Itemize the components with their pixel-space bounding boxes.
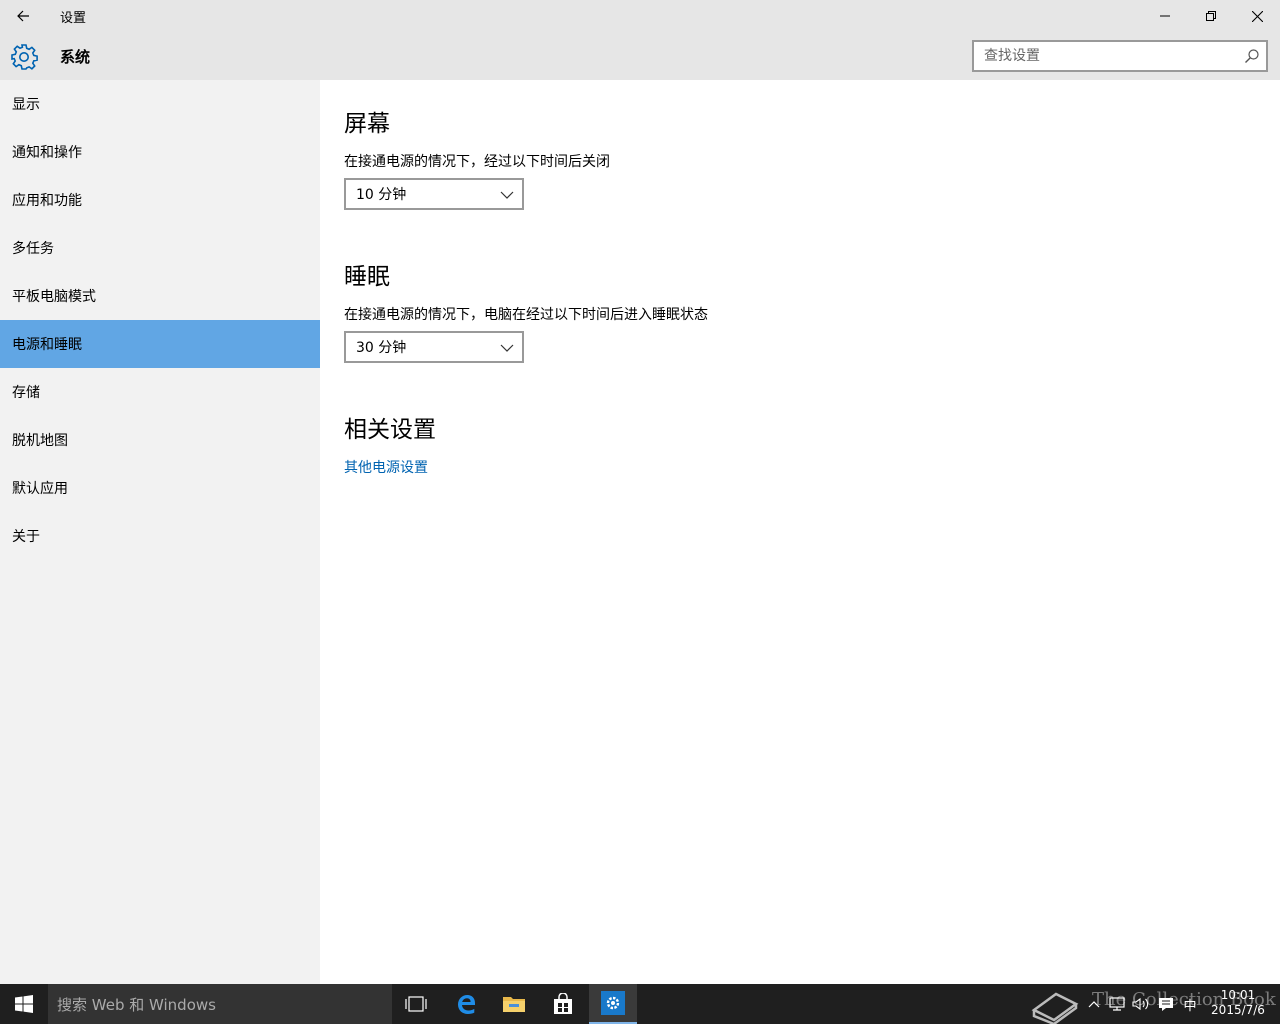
volume-icon bbox=[1132, 997, 1149, 1011]
restore-icon bbox=[1206, 11, 1216, 21]
main-content: 屏幕 在接通电源的情况下，经过以下时间后关闭 10 分钟 睡眠 在接通电源的情况… bbox=[320, 80, 1280, 984]
windows-logo-icon bbox=[15, 995, 33, 1013]
sleep-section-description: 在接通电源的情况下，电脑在经过以下时间后进入睡眠状态 bbox=[344, 307, 708, 323]
volume-button[interactable] bbox=[1130, 984, 1152, 1024]
screen-section-description: 在接通电源的情况下，经过以下时间后关闭 bbox=[344, 154, 610, 170]
sidebar-item-label: 显示 bbox=[12, 97, 40, 113]
watermark-book-icon bbox=[1031, 992, 1079, 1024]
sidebar-item-label: 默认应用 bbox=[12, 481, 68, 497]
close-button[interactable] bbox=[1234, 0, 1280, 32]
chevron-down-icon bbox=[500, 344, 514, 352]
sidebar-item-label: 通知和操作 bbox=[12, 145, 82, 161]
start-button[interactable] bbox=[0, 984, 48, 1024]
taskbar: 搜索 Web 和 Windows The Collection Book 中 1… bbox=[0, 984, 1280, 1024]
sidebar-item-power-sleep[interactable]: 电源和睡眠 bbox=[0, 320, 320, 368]
dropdown-value: 10 分钟 bbox=[356, 187, 407, 203]
clock[interactable]: 10:01 2015/7/6 bbox=[1206, 988, 1270, 1018]
back-arrow-icon bbox=[17, 10, 29, 22]
show-hidden-icons-button[interactable] bbox=[1086, 984, 1102, 1024]
chevron-up-icon bbox=[1088, 1001, 1100, 1008]
taskbar-search-box[interactable]: 搜索 Web 和 Windows bbox=[48, 984, 392, 1024]
sidebar-item-tablet-mode[interactable]: 平板电脑模式 bbox=[0, 272, 320, 320]
sidebar-item-label: 脱机地图 bbox=[12, 433, 68, 449]
store-icon bbox=[554, 993, 572, 1014]
search-input[interactable] bbox=[974, 42, 1234, 70]
sidebar-item-label: 应用和功能 bbox=[12, 193, 82, 209]
network-icon bbox=[1109, 997, 1125, 1011]
sidebar-item-about[interactable]: 关于 bbox=[0, 512, 320, 560]
sidebar: 显示 通知和操作 应用和功能 多任务 平板电脑模式 电源和睡眠 存储 脱机地图 … bbox=[0, 80, 320, 984]
additional-power-settings-link[interactable]: 其他电源设置 bbox=[344, 457, 428, 477]
taskbar-search-placeholder: 搜索 Web 和 Windows bbox=[57, 995, 216, 1014]
sidebar-item-multitasking[interactable]: 多任务 bbox=[0, 224, 320, 272]
sidebar-item-offline-maps[interactable]: 脱机地图 bbox=[0, 416, 320, 464]
sidebar-item-display[interactable]: 显示 bbox=[0, 80, 320, 128]
minimize-icon bbox=[1160, 15, 1170, 17]
sidebar-item-label: 电源和睡眠 bbox=[12, 337, 82, 353]
settings-taskbar-button[interactable] bbox=[589, 984, 637, 1024]
store-button[interactable] bbox=[539, 984, 587, 1024]
back-button[interactable] bbox=[0, 0, 46, 32]
network-button[interactable] bbox=[1106, 984, 1128, 1024]
minimize-button[interactable] bbox=[1142, 0, 1188, 32]
sleep-timeout-dropdown[interactable]: 30 分钟 bbox=[344, 331, 524, 363]
sidebar-item-apps[interactable]: 应用和功能 bbox=[0, 176, 320, 224]
title-bar: 设置 bbox=[0, 0, 1280, 32]
clock-time: 10:01 bbox=[1220, 988, 1256, 1002]
sleep-section-title: 睡眠 bbox=[344, 264, 390, 290]
file-explorer-button[interactable] bbox=[490, 984, 538, 1024]
file-explorer-icon bbox=[503, 997, 525, 1012]
action-center-icon bbox=[1159, 997, 1173, 1011]
sidebar-item-storage[interactable]: 存储 bbox=[0, 368, 320, 416]
action-center-button[interactable] bbox=[1155, 984, 1177, 1024]
task-view-icon bbox=[405, 996, 427, 1012]
sidebar-item-label: 平板电脑模式 bbox=[12, 289, 96, 305]
clock-date: 2015/7/6 bbox=[1211, 1003, 1265, 1017]
gear-icon bbox=[11, 44, 38, 70]
screen-section-title: 屏幕 bbox=[344, 111, 390, 137]
page-title: 系统 bbox=[60, 48, 91, 66]
edge-icon bbox=[458, 995, 475, 1014]
sidebar-item-default-apps[interactable]: 默认应用 bbox=[0, 464, 320, 512]
restore-button[interactable] bbox=[1188, 0, 1234, 32]
window-title: 设置 bbox=[60, 11, 87, 26]
screen-timeout-dropdown[interactable]: 10 分钟 bbox=[344, 178, 524, 210]
search-icon[interactable] bbox=[1244, 48, 1260, 64]
sidebar-item-notifications[interactable]: 通知和操作 bbox=[0, 128, 320, 176]
edge-button[interactable] bbox=[442, 984, 490, 1024]
dropdown-value: 30 分钟 bbox=[356, 340, 407, 356]
related-settings-title: 相关设置 bbox=[344, 417, 436, 443]
sidebar-item-label: 存储 bbox=[12, 385, 40, 401]
sidebar-item-label: 关于 bbox=[12, 529, 40, 545]
settings-header: 系统 bbox=[0, 32, 1280, 80]
ime-label: 中 bbox=[1183, 998, 1197, 1014]
task-view-button[interactable] bbox=[392, 984, 440, 1024]
close-icon bbox=[1251, 10, 1263, 22]
settings-icon bbox=[601, 991, 625, 1015]
sidebar-item-label: 多任务 bbox=[12, 241, 54, 257]
ime-indicator[interactable]: 中 bbox=[1179, 984, 1201, 1024]
settings-search-box[interactable] bbox=[972, 40, 1268, 72]
chevron-down-icon bbox=[500, 191, 514, 199]
